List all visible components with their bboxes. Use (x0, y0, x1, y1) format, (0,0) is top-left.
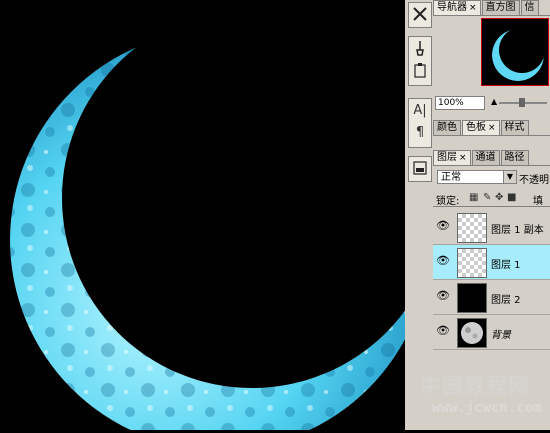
chevron-down-icon[interactable]: ▼ (503, 171, 516, 183)
eye-icon[interactable]: 👁 (436, 254, 450, 268)
layer-row-layer2[interactable]: 👁 图层 2 (433, 280, 550, 315)
document-canvas[interactable] (0, 0, 432, 433)
tab-layers-label: 图层 (437, 152, 457, 163)
watermark-text: 中国教程网 (420, 374, 530, 398)
clipboard-icon[interactable] (409, 59, 431, 81)
layer-name: 图层 2 (491, 295, 521, 306)
tool-group-middle (408, 36, 432, 86)
navigator-tabs: 导航器 × 直方图信 (433, 0, 550, 16)
layer-row-background[interactable]: 👁 背景 (433, 315, 550, 350)
crossed-tools-icon[interactable] (409, 3, 431, 25)
tab-paths[interactable]: 路径 (500, 150, 529, 165)
layer-thumbnail (457, 283, 487, 313)
fill-label: 填 (533, 196, 543, 207)
panel-dock: 导航器 × 直方图信 100% ▲ 颜色 色板 × 样式 图层 × 通道 路径 正常 ▼ 不透明… (433, 0, 550, 430)
character-icon[interactable]: A| (409, 99, 431, 121)
zoom-out-icon[interactable]: ▲ (491, 97, 497, 106)
tab-swatches-label: 色板 (466, 122, 486, 133)
close-icon[interactable]: × (488, 123, 496, 133)
lock-pixels-icon[interactable]: ✎ (483, 192, 491, 203)
layer-thumbnail (457, 213, 487, 243)
eye-icon[interactable]: 👁 (436, 324, 450, 338)
layer-row-copy[interactable]: 👁 图层 1 副本 (433, 210, 550, 245)
layer-thumbnail (457, 318, 487, 348)
tab-histogram[interactable]: 直方图 (481, 0, 520, 15)
tab-navigator-label: 导航器 (437, 2, 467, 13)
tab-layers[interactable]: 图层 × (433, 150, 471, 165)
crescent-moon-artwork (8, 28, 432, 433)
paragraph-icon[interactable]: ¶ (409, 121, 431, 143)
eye-icon[interactable]: 👁 (436, 289, 450, 303)
lock-position-icon[interactable]: ✥ (495, 192, 503, 203)
layer-comps-icon[interactable] (409, 157, 431, 179)
tab-swatches[interactable]: 色板 × (462, 120, 500, 135)
lock-transparency-icon[interactable]: ▦ (469, 192, 478, 203)
layer-thumbnail (457, 248, 487, 278)
color-tabs: 颜色 色板 × 样式 (433, 120, 550, 136)
character-glyph: A| (413, 102, 427, 118)
tab-color[interactable]: 颜色 (433, 120, 461, 135)
lock-all-icon[interactable]: ■ (507, 192, 516, 203)
lock-label: 锁定: (436, 196, 460, 207)
tool-group-top (408, 2, 432, 28)
zoom-level-field[interactable]: 100% (435, 96, 485, 110)
brush-presets-icon[interactable] (409, 37, 431, 59)
tab-channels[interactable]: 通道 (471, 150, 500, 165)
layer-row-layer1[interactable]: 👁 图层 1 (433, 245, 550, 280)
close-icon[interactable]: × (459, 153, 467, 163)
zoom-slider-handle[interactable] (519, 98, 525, 107)
layer-name: 背景 (491, 330, 511, 341)
tab-navigator[interactable]: 导航器 × (433, 0, 481, 15)
watermark-url: www.jcwcn.com (432, 400, 542, 416)
zoom-controls: 100% ▲ (433, 96, 550, 110)
tool-group-text: A| ¶ (408, 98, 432, 148)
moon-thumbnail (461, 322, 483, 344)
navigator-moon-thumbnail (492, 29, 544, 81)
layer-name: 图层 1 副本 (491, 225, 544, 236)
panel-tool-strip: A| ¶ (405, 0, 433, 430)
tab-styles[interactable]: 样式 (500, 120, 529, 135)
tool-group-bottom (408, 156, 432, 182)
eye-icon[interactable]: 👁 (436, 219, 450, 233)
paragraph-glyph: ¶ (415, 124, 425, 140)
opacity-label: 不透明 (519, 175, 549, 186)
layers-tabs: 图层 × 通道 路径 (433, 150, 550, 166)
lock-row: 锁定: ▦ ✎ ✥ ■ 填 (433, 190, 550, 207)
tab-info[interactable]: 信 (520, 0, 539, 15)
navigator-preview[interactable] (481, 18, 549, 86)
layer-name: 图层 1 (491, 260, 521, 271)
close-icon[interactable]: × (469, 3, 477, 13)
